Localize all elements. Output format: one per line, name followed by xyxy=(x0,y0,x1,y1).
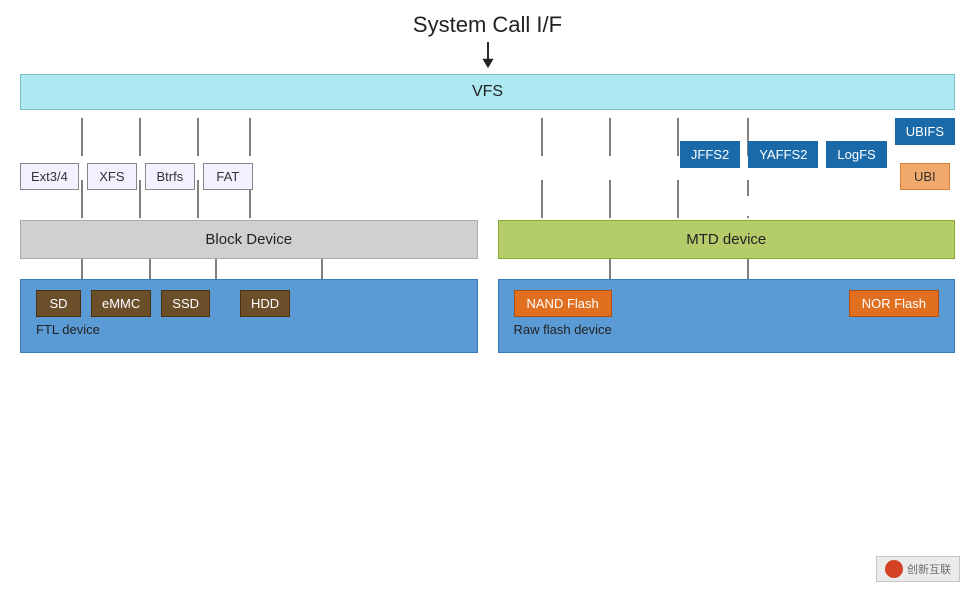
nor-flash-box: NOR Flash xyxy=(849,290,939,317)
block-device: Block Device xyxy=(20,220,478,259)
watermark-text: 创新互联 xyxy=(907,561,951,577)
device-row: Block Device MTD device xyxy=(20,220,955,259)
hdd-box: HDD xyxy=(240,290,290,317)
line-spacer-2 xyxy=(20,259,955,279)
ubifs-box: UBIFS xyxy=(895,118,955,145)
storage-row: SD eMMC SSD HDD FTL device NAND Flash NO… xyxy=(20,279,955,353)
diagram-container: System Call I/F VFS xyxy=(0,0,975,592)
vfs-bar: VFS xyxy=(20,74,955,110)
hdd-spacer: HDD xyxy=(240,290,290,317)
ubi-box: UBI xyxy=(900,163,950,190)
ftl-items: SD eMMC SSD HDD xyxy=(36,290,462,317)
raw-area: NAND Flash NOR Flash Raw flash device xyxy=(498,279,956,353)
watermark: 创新互联 xyxy=(876,556,960,582)
sd-box: SD xyxy=(36,290,81,317)
watermark-box: 创新互联 xyxy=(876,556,960,582)
fat-box: FAT xyxy=(203,163,253,190)
xfs-box: XFS xyxy=(87,163,137,190)
ext34-box: Ext3/4 xyxy=(20,163,79,190)
left-fs-group: Ext3/4 XFS Btrfs FAT xyxy=(20,118,253,190)
raw-label: Raw flash device xyxy=(514,322,940,337)
arrow-down xyxy=(20,42,955,70)
yaffs2-box: YAFFS2 xyxy=(748,141,818,168)
ftl-label: FTL device xyxy=(36,322,462,337)
raw-items: NAND Flash NOR Flash xyxy=(514,290,940,317)
nand-flash-box: NAND Flash xyxy=(514,290,612,317)
ftl-area: SD eMMC SSD HDD FTL device xyxy=(20,279,478,353)
main-layout: Ext3/4 XFS Btrfs FAT JFFS2 YAFFS2 LogFS … xyxy=(20,118,955,353)
right-fs-group: JFFS2 YAFFS2 LogFS UBIFS UBI xyxy=(680,118,955,190)
logfs-box: LogFS xyxy=(826,141,886,168)
ubifs-ubi-column: UBIFS UBI xyxy=(895,118,955,190)
btrfs-box: Btrfs xyxy=(145,163,195,190)
syscall-label: System Call I/F xyxy=(20,12,955,38)
jffs2-box: JFFS2 xyxy=(680,141,740,168)
ssd-box: SSD xyxy=(161,290,210,317)
mtd-device: MTD device xyxy=(498,220,956,259)
line-spacer-1 xyxy=(20,190,955,220)
watermark-icon xyxy=(885,560,903,578)
emmc-box: eMMC xyxy=(91,290,151,317)
